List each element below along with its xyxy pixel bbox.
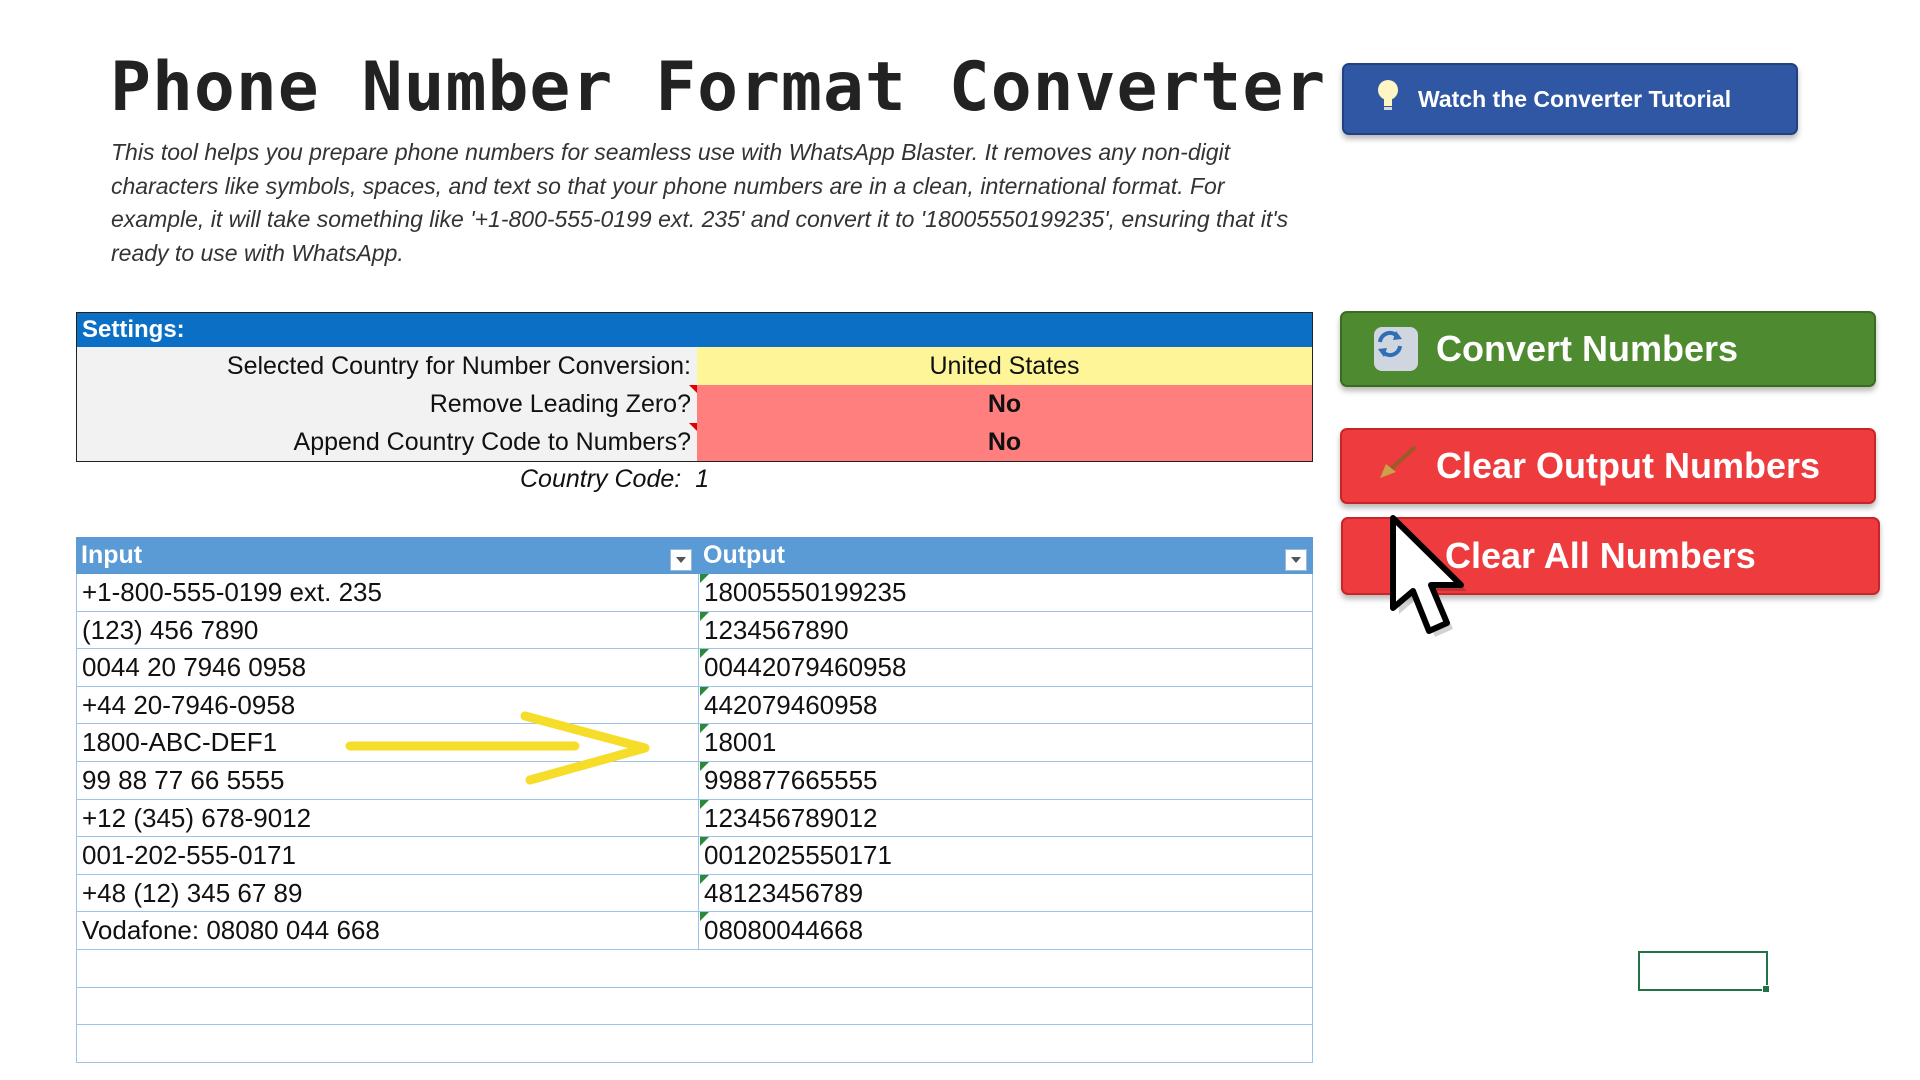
filter-dropdown-icon[interactable] [1285, 549, 1307, 571]
settings-panel: Settings: Selected Country for Number Co… [76, 312, 1313, 462]
table-row: 001-202-555-0171 0012025550171 [76, 837, 1313, 875]
table-row: 1800-ABC-DEF1 18001 [76, 724, 1313, 762]
output-cell[interactable]: 18005550199235 [699, 574, 1312, 611]
table-body: +1-800-555-0199 ext. 235 18005550199235 (1… [76, 574, 1313, 950]
refresh-icon [1374, 327, 1418, 371]
input-cell[interactable]: 001-202-555-0171 [77, 837, 699, 874]
text-number-indicator [700, 874, 709, 884]
output-value: 08080044668 [704, 915, 864, 946]
output-value: 123456789012 [704, 802, 878, 833]
table-row: +48 (12) 345 67 89 48123456789 [76, 874, 1313, 913]
selected-cell[interactable] [1638, 951, 1770, 993]
text-number-indicator [700, 761, 709, 771]
annotation-arrow [345, 711, 650, 785]
country-code-value: 1 [695, 465, 710, 493]
output-value: 18001 [704, 727, 777, 758]
page-description: This tool helps you prepare phone number… [111, 139, 1289, 266]
output-header-label: Output [703, 541, 785, 569]
text-number-indicator [700, 724, 709, 734]
table-row: (123) 456 7890 1234567890 [76, 611, 1313, 650]
table-header: Input Output [76, 537, 1313, 574]
country-code-display: Country Code: 1 [520, 465, 709, 494]
table-row: +44 20-7946-0958 442079460958 [76, 686, 1313, 725]
filter-dropdown-icon[interactable] [670, 549, 692, 571]
input-cell[interactable]: +1-800-555-0199 ext. 235 [77, 574, 699, 611]
leading-zero-label-text: Remove Leading Zero? [429, 390, 691, 418]
setting-append-code-value[interactable]: No [697, 423, 1312, 461]
input-cell[interactable]: 0044 20 7946 0958 [77, 649, 699, 686]
output-column-header: Output [698, 537, 1313, 574]
watch-tutorial-button[interactable]: Watch the Converter Tutorial [1342, 63, 1798, 135]
output-cell[interactable]: 0012025550171 [699, 837, 1312, 874]
setting-append-code-label: Append Country Code to Numbers? [77, 423, 698, 461]
input-cell[interactable]: +12 (345) 678-9012 [77, 799, 699, 837]
input-cell[interactable]: (123) 456 7890 [77, 611, 699, 649]
output-value: 1234567890 [704, 614, 849, 645]
input-cell[interactable]: Vodafone: 08080 044 668 [77, 912, 699, 949]
output-cell[interactable]: 998877665555 [699, 761, 1312, 799]
output-cell[interactable]: 123456789012 [699, 799, 1312, 837]
page-title: Phone Number Format Converter [110, 48, 1327, 127]
setting-leading-zero-row: Remove Leading Zero? No [77, 385, 1312, 423]
text-number-indicator [700, 799, 709, 809]
watch-tutorial-label: Watch the Converter Tutorial [1418, 85, 1732, 112]
settings-header: Settings: [77, 313, 1312, 347]
setting-leading-zero-value[interactable]: No [697, 385, 1312, 423]
convert-numbers-button[interactable]: Convert Numbers [1340, 311, 1876, 387]
output-cell[interactable]: 48123456789 [699, 874, 1312, 912]
table-row: +1-800-555-0199 ext. 235 18005550199235 [76, 574, 1313, 612]
country-code-label: Country Code: [520, 465, 682, 493]
text-number-indicator [700, 912, 709, 922]
output-cell[interactable]: 1234567890 [699, 611, 1312, 649]
clear-output-numbers-button[interactable]: Clear Output Numbers [1340, 428, 1876, 504]
output-value: 48123456789 [704, 877, 864, 908]
setting-country-value[interactable]: United States [697, 347, 1312, 385]
output-value: 00442079460958 [704, 652, 907, 683]
clear-all-label: Clear All Numbers [1445, 535, 1756, 576]
text-number-indicator [700, 611, 709, 621]
input-cell[interactable]: +48 (12) 345 67 89 [77, 874, 699, 912]
lightbulb-icon [1376, 78, 1400, 120]
output-cell[interactable]: 08080044668 [699, 912, 1312, 949]
setting-country-label: Selected Country for Number Conversion: [226, 352, 691, 380]
empty-row[interactable] [76, 987, 1313, 1026]
input-column-header: Input [76, 537, 698, 574]
output-value: 442079460958 [704, 689, 878, 720]
setting-country-row: Selected Country for Number Conversion: … [77, 347, 1312, 385]
empty-row[interactable] [76, 949, 1313, 988]
setting-leading-zero-label: Remove Leading Zero? [77, 385, 698, 423]
text-number-indicator [700, 574, 709, 583]
output-cell[interactable]: 00442079460958 [699, 649, 1312, 686]
text-number-indicator [700, 837, 709, 847]
convert-numbers-label: Convert Numbers [1436, 328, 1739, 369]
setting-append-code-row: Append Country Code to Numbers? No [77, 423, 1312, 461]
table-row: +12 (345) 678-9012 123456789012 [76, 799, 1313, 838]
output-cell[interactable]: 442079460958 [699, 686, 1312, 724]
empty-row[interactable] [76, 1025, 1313, 1063]
broom-icon [1378, 444, 1418, 489]
output-value: 998877665555 [704, 764, 878, 795]
input-header-label: Input [81, 541, 143, 569]
text-number-indicator [700, 686, 709, 696]
mouse-cursor-icon [1390, 515, 1467, 637]
numbers-table: Input Output +1-800-555-0199 ext. 235 180… [76, 537, 1313, 1063]
text-number-indicator [700, 649, 709, 659]
table-row: 99 88 77 66 5555 998877665555 [76, 761, 1313, 800]
append-code-label-text: Append Country Code to Numbers? [293, 428, 691, 456]
table-row: Vodafone: 08080 044 668 08080044668 [76, 912, 1313, 950]
output-cell[interactable]: 18001 [699, 724, 1312, 761]
fill-handle[interactable] [1762, 985, 1770, 993]
output-value: 18005550199235 [704, 577, 907, 607]
clear-output-label: Clear Output Numbers [1436, 445, 1821, 486]
table-row: 0044 20 7946 0958 00442079460958 [76, 649, 1313, 687]
output-value: 0012025550171 [704, 840, 892, 871]
